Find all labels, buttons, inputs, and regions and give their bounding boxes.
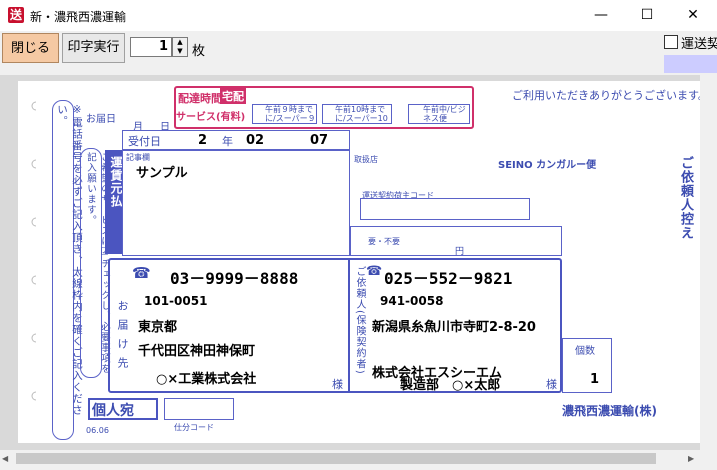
delivery-time-badge: 宅配 [220,88,246,104]
option-10am[interactable]: 午前10時までに/スーパー10 [322,104,392,124]
close-window-button[interactable]: ✕ [670,0,716,31]
consignee-zip: 101-0051 [144,294,208,308]
insurance-label: 要・不要 [368,237,400,246]
shipper-phone: 025－552－9821 [384,269,513,288]
shipper-address: 新潟県糸魚川市寺町2-8-20 [372,320,536,335]
consignee-phone-icon: ☎ [132,264,151,282]
sort-code-label: 仕分コード [174,423,214,432]
shipper-label: ご依頼人(保険契約者) [354,266,365,375]
scroll-right-icon[interactable]: ▶ [688,454,694,463]
spin-up-icon[interactable]: ▲ [173,38,187,47]
consignee-sama: 様 [332,378,343,391]
consignee-address-1: 東京都 [138,320,178,335]
accept-year: 2 [198,133,208,148]
sort-code-field [164,398,234,420]
scroll-left-icon[interactable]: ◀ [2,454,8,463]
status-field [664,55,717,73]
address-divider [348,258,350,393]
transport-contract-label: 運送契 [681,37,717,52]
vertical-scrollbar[interactable] [700,75,717,450]
year-label: 年 [222,135,233,148]
personal-label: 個人宛 [92,403,134,419]
consignee-address-2: 千代田区神田神保町 [138,344,256,359]
carrier-name: 濃飛西濃運輸(株) [562,404,657,418]
shipper-name-2: 製造部 ○×太郎 [400,378,501,393]
shipper-sama: 様 [546,378,557,391]
shipper-zip: 941-0058 [380,294,444,308]
copies-stepper[interactable]: ▲ ▼ [172,37,188,57]
accept-date-label: 受付日 [128,135,161,148]
contract-code-field [360,198,530,220]
branch-label: 取扱店 [354,155,378,164]
count-value: 1 [590,372,600,387]
count-label: 個数 [575,346,595,357]
form-number: 06.06 [86,426,109,435]
print-button[interactable]: 印字実行 [62,33,125,63]
sprocket-holes [30,100,38,430]
copies-input[interactable]: 1 [130,37,172,57]
app-icon: 送 [8,7,24,23]
consignee-side-label: お届け先 [116,300,129,376]
shipper-phone-icon: ☎ [366,264,383,279]
consignee-name: ○×工業株式会社 [156,372,257,387]
horizontal-scroll-thumb[interactable] [16,453,656,464]
option-9am[interactable]: 午前９時までに/スーパー９ [252,104,317,124]
accept-day: 07 [310,133,329,148]
delivery-date-label: お届日 [86,114,116,125]
accept-month: 02 [246,133,265,148]
consignee-phone: 03－9999－8888 [170,269,299,288]
minimize-button[interactable]: — [578,0,624,31]
option-am[interactable]: 午前中/ビジネス便 [408,104,470,124]
window-title: 新・濃飛西濃運輸 [30,10,127,24]
close-button[interactable]: 閉じる [2,33,59,63]
scroll-corner [700,450,717,470]
article-value: サンプル [136,166,188,181]
copies-unit-label: 枚 [192,44,206,59]
paid-service-label: サービス(有料) [176,112,246,123]
transport-contract-checkbox[interactable] [664,35,678,49]
brand-label: SEINO カンガルー便 [498,160,597,171]
delivery-time-label: 配達時間 [178,92,222,105]
spin-down-icon[interactable]: ▼ [173,47,187,56]
thanks-text: ご利用いただきありがとうございます。 [512,89,709,102]
maximize-button[interactable]: ☐ [624,0,670,31]
insurance-yen: 円 [455,247,465,257]
request-copy-label: ご依頼人控え [678,156,693,240]
